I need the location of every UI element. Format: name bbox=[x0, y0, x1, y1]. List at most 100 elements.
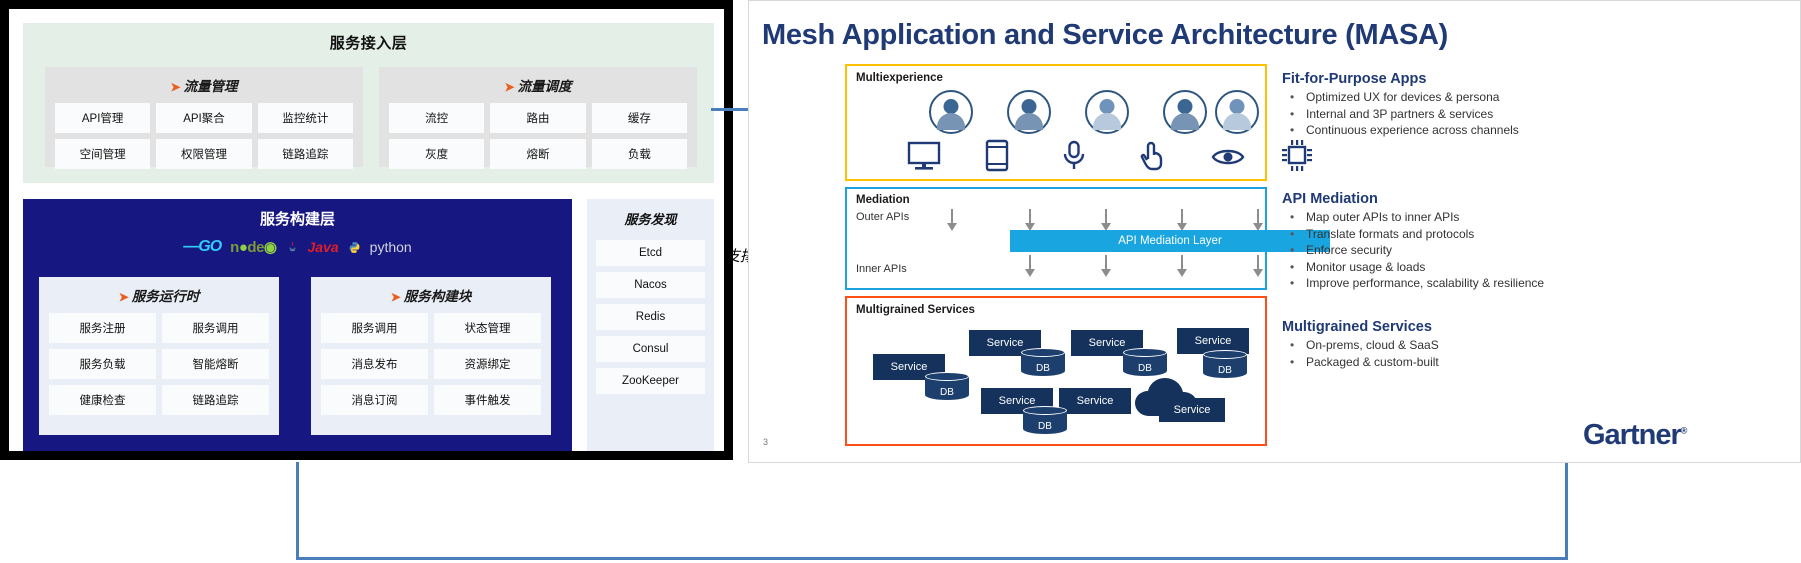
cell[interactable]: 智能熔断 bbox=[162, 349, 269, 379]
traffic-scheduling-group: ➤ 流量调度 流控 路由 缓存 灰度 熔断 负载 bbox=[379, 67, 697, 169]
section-bullets: On-prems, cloud & SaaS Packaged & custom… bbox=[1282, 337, 1439, 370]
java-cup-icon bbox=[289, 241, 296, 251]
cell[interactable]: 熔断 bbox=[490, 139, 586, 169]
bullet-arrow-icon: ➤ bbox=[390, 290, 401, 304]
cell[interactable]: 健康检查 bbox=[49, 385, 156, 415]
section-heading: API Mediation bbox=[1282, 191, 1378, 207]
cell[interactable]: 服务调用 bbox=[162, 313, 269, 343]
cell[interactable]: 状态管理 bbox=[434, 313, 541, 343]
bullet: Continuous experience across channels bbox=[1282, 122, 1519, 139]
screenshot-root: 服务接入层 ➤ 流量管理 API管理 API聚合 监控统计 空间管理 权限管理 链… bbox=[0, 0, 1801, 563]
cell[interactable]: 空间管理 bbox=[55, 139, 151, 169]
mediation-box: Mediation Outer APIs Inner APIs API Medi… bbox=[845, 187, 1330, 290]
bullet: Improve performance, scalability & resil… bbox=[1282, 275, 1544, 292]
python-logo-icon bbox=[349, 241, 360, 253]
bullet: Optimized UX for devices & persona bbox=[1282, 89, 1519, 106]
bullet: Packaged & custom-built bbox=[1282, 354, 1439, 371]
bullet: Monitor usage & loads bbox=[1282, 259, 1544, 276]
cell[interactable]: 链路追踪 bbox=[257, 139, 353, 169]
inner-apis-label: Inner APIs bbox=[856, 263, 907, 275]
cell[interactable]: 负载 bbox=[591, 139, 687, 169]
cell[interactable]: 监控统计 bbox=[257, 103, 353, 133]
database-node: DB bbox=[925, 372, 969, 402]
service-discovery-title: 服务发现 bbox=[624, 212, 677, 227]
inner-api-arrow-icon bbox=[1177, 255, 1187, 277]
outer-api-arrow-icon bbox=[1177, 209, 1187, 231]
persona-avatar-icon bbox=[1163, 90, 1207, 134]
nodejs-logo-icon: n●de◉ bbox=[230, 239, 277, 256]
cell[interactable]: 链路追踪 bbox=[162, 385, 269, 415]
discovery-item[interactable]: Consul bbox=[596, 336, 705, 362]
access-layer-title: 服务接入层 bbox=[329, 35, 408, 52]
cell[interactable]: 消息发布 bbox=[321, 349, 428, 379]
traffic-management-cells: API管理 API聚合 监控统计 空间管理 权限管理 链路追踪 bbox=[55, 103, 353, 169]
touch-gesture-icon bbox=[1140, 141, 1163, 171]
outer-api-arrow-icon bbox=[1253, 209, 1263, 231]
discovery-item[interactable]: Redis bbox=[596, 304, 705, 330]
persona-avatar-icon bbox=[1215, 90, 1259, 134]
traffic-scheduling-cells: 流控 路由 缓存 灰度 熔断 负载 bbox=[389, 103, 687, 169]
traffic-management-group: ➤ 流量管理 API管理 API聚合 监控统计 空间管理 权限管理 链路追踪 bbox=[45, 67, 363, 169]
service-building-blocks-heading: ➤ 服务构建块 bbox=[390, 289, 472, 304]
discovery-item[interactable]: ZooKeeper bbox=[596, 368, 705, 394]
left-architecture-panel: 服务接入层 ➤ 流量管理 API管理 API聚合 监控统计 空间管理 权限管理 链… bbox=[0, 0, 733, 460]
java-logo-text: Java bbox=[307, 239, 339, 255]
inner-api-arrow-icon bbox=[1253, 255, 1263, 277]
desktop-monitor-icon bbox=[907, 141, 941, 170]
cell[interactable]: 缓存 bbox=[591, 103, 687, 133]
cell[interactable]: 服务注册 bbox=[49, 313, 156, 343]
cell[interactable]: 事件触发 bbox=[434, 385, 541, 415]
section-multigrained-services: Multigrained Services On-prems, cloud & … bbox=[1282, 319, 1439, 370]
multiexperience-label: Multiexperience bbox=[856, 72, 943, 84]
discovery-item[interactable]: Etcd bbox=[596, 240, 705, 266]
cell[interactable]: 消息订阅 bbox=[321, 385, 428, 415]
service-building-blocks-cells: 服务调用 状态管理 消息发布 资源绑定 消息订阅 事件触发 bbox=[321, 313, 541, 415]
build-layer-section: 服务构建层 —GO n●de◉ Java python ➤ 服务运行时 服务注册… bbox=[23, 199, 572, 451]
gartner-slide-panel: Mesh Application and Service Architectur… bbox=[748, 0, 1801, 463]
cell[interactable]: API聚合 bbox=[156, 103, 252, 133]
microphone-voice-icon bbox=[1063, 140, 1085, 169]
outer-api-arrow-icon bbox=[1101, 209, 1111, 231]
slide-number: 3 bbox=[763, 437, 769, 447]
section-heading: Multigrained Services bbox=[1282, 319, 1432, 335]
cell[interactable]: API管理 bbox=[55, 103, 151, 133]
bullet: Enforce security bbox=[1282, 242, 1544, 259]
outer-api-arrow-icon bbox=[947, 209, 957, 231]
bullet-arrow-icon: ➤ bbox=[504, 80, 515, 94]
service-building-blocks-group: ➤ 服务构建块 服务调用 状态管理 消息发布 资源绑定 消息订阅 事件触发 bbox=[311, 277, 551, 435]
cell[interactable]: 服务负载 bbox=[49, 349, 156, 379]
database-node: DB bbox=[1203, 350, 1247, 380]
cell[interactable]: 路由 bbox=[490, 103, 586, 133]
tech-logos-row: —GO n●de◉ Java python bbox=[23, 234, 572, 260]
eye-vision-icon bbox=[1211, 149, 1245, 165]
persona-avatar-icon bbox=[1007, 90, 1051, 134]
section-api-mediation: API Mediation Map outer APIs to inner AP… bbox=[1282, 191, 1544, 292]
go-logo-icon: —GO bbox=[183, 238, 222, 255]
multigrained-services-box: Multigrained Services Service DB Service… bbox=[845, 296, 1267, 446]
cell[interactable]: 灰度 bbox=[389, 139, 485, 169]
gartner-logo-text: Gartner bbox=[1583, 419, 1682, 451]
service-node[interactable]: Service bbox=[1059, 388, 1131, 414]
service-runtime-cells: 服务注册 服务调用 服务负载 智能熔断 健康检查 链路追踪 bbox=[49, 313, 269, 415]
python-logo-text: python bbox=[369, 239, 412, 255]
cell[interactable]: 权限管理 bbox=[156, 139, 252, 169]
discovery-item[interactable]: Nacos bbox=[596, 272, 705, 298]
mediation-label: Mediation bbox=[856, 194, 910, 206]
database-node: DB bbox=[1021, 348, 1065, 378]
persona-avatar-icon bbox=[929, 90, 973, 134]
slide-title: Mesh Application and Service Architectur… bbox=[762, 19, 1449, 51]
service-node[interactable]: Service bbox=[1159, 398, 1225, 422]
cell[interactable]: 资源绑定 bbox=[434, 349, 541, 379]
outer-api-arrow-icon bbox=[1025, 209, 1035, 231]
service-runtime-group: ➤ 服务运行时 服务注册 服务调用 服务负载 智能熔断 健康检查 链路追踪 bbox=[39, 277, 279, 435]
access-layer-section: 服务接入层 ➤ 流量管理 API管理 API聚合 监控统计 空间管理 权限管理 链… bbox=[23, 23, 714, 183]
bullet: Translate formats and protocols bbox=[1282, 226, 1544, 243]
gartner-logo: Gartner® bbox=[1583, 419, 1687, 451]
section-bullets: Map outer APIs to inner APIs Translate f… bbox=[1282, 209, 1544, 292]
bullet-arrow-icon: ➤ bbox=[170, 80, 181, 94]
cell[interactable]: 流控 bbox=[389, 103, 485, 133]
traffic-management-heading: ➤ 流量管理 bbox=[170, 79, 238, 94]
bullet: On-prems, cloud & SaaS bbox=[1282, 337, 1439, 354]
multigrained-services-label: Multigrained Services bbox=[856, 304, 975, 316]
cell[interactable]: 服务调用 bbox=[321, 313, 428, 343]
